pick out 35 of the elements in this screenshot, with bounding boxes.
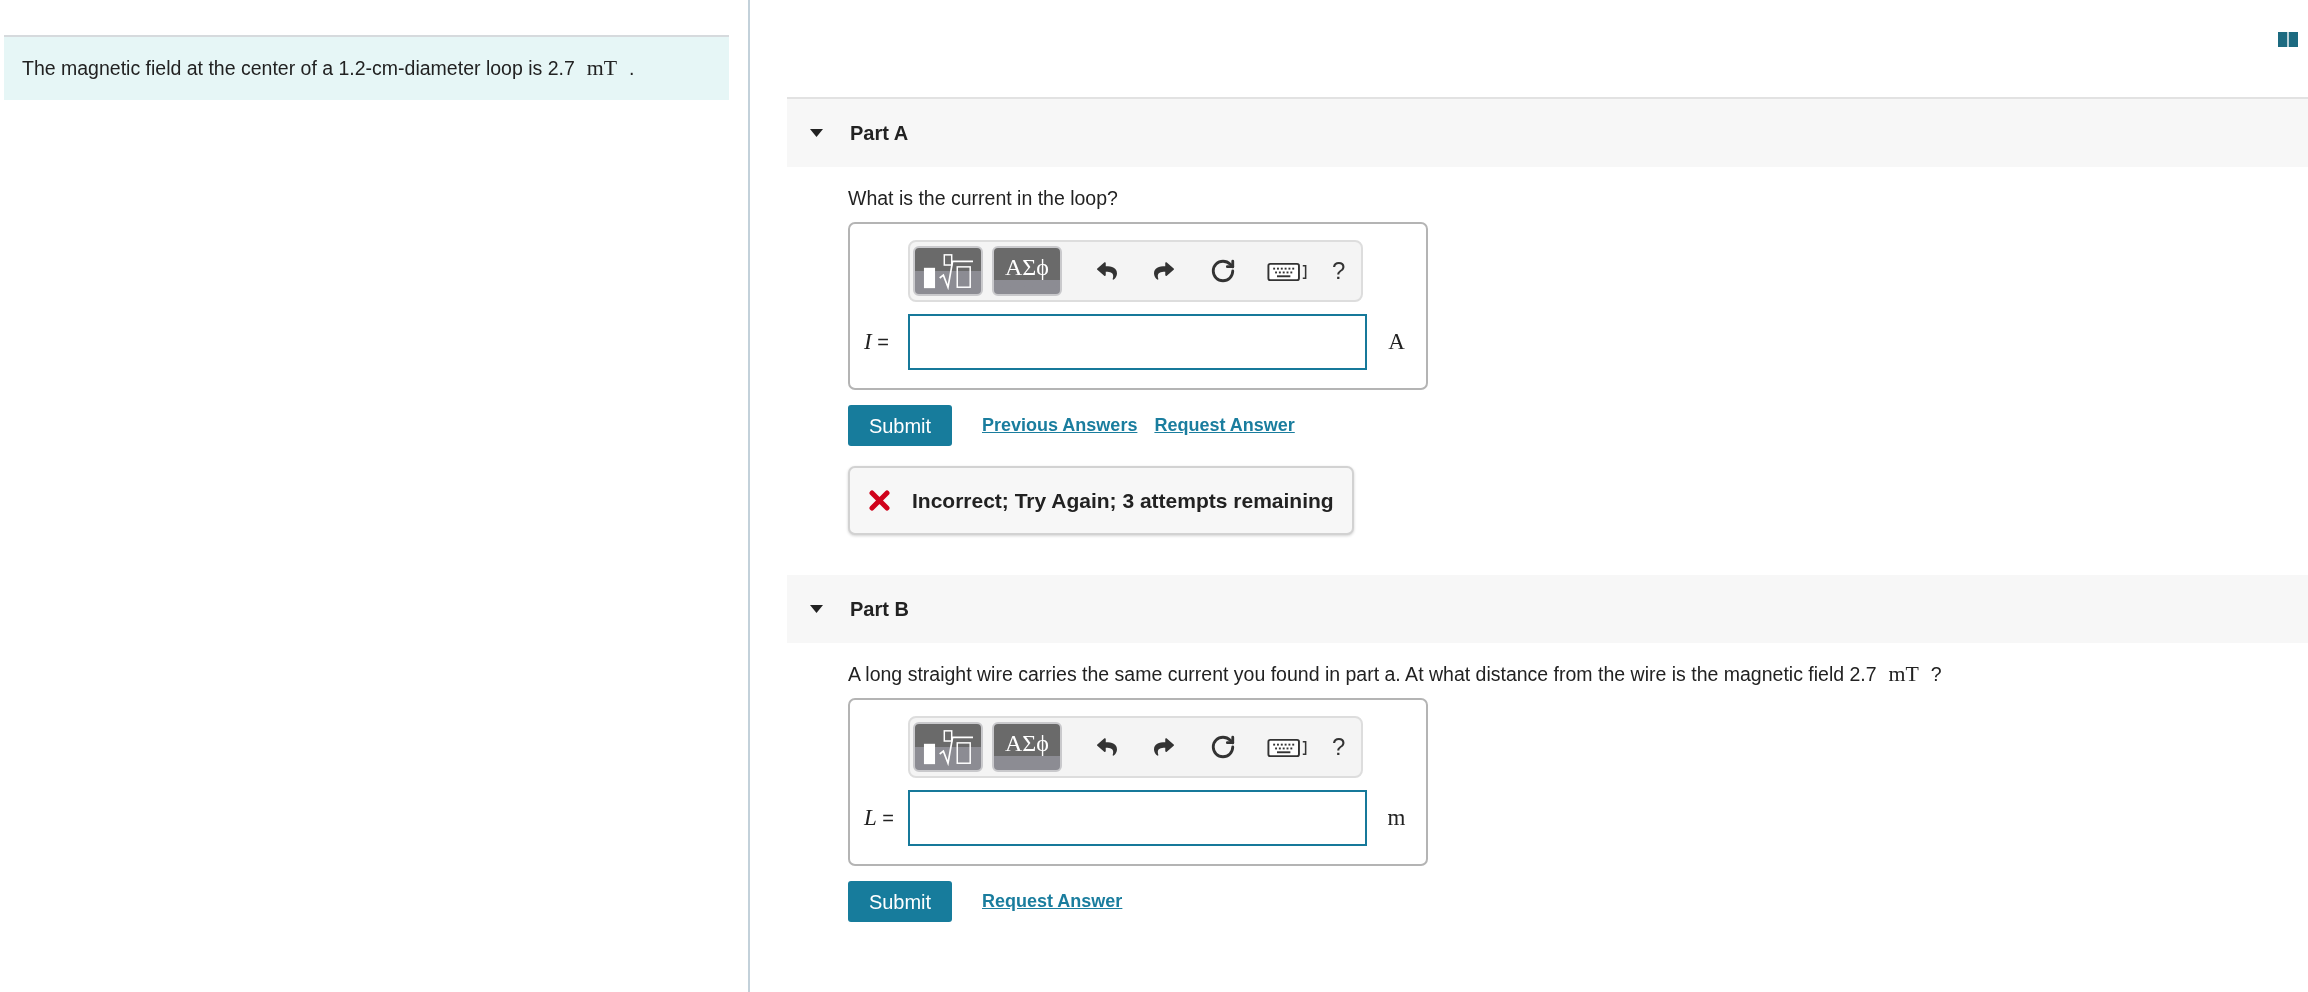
template-button[interactable] [913, 722, 983, 772]
unit-label: m [1387, 803, 1406, 832]
answer-link[interactable]: Request Answer [1154, 412, 1295, 439]
answer-link[interactable]: Request Answer [982, 888, 1123, 915]
help-button[interactable]: ? [1332, 735, 1346, 759]
answer-input[interactable] [908, 314, 1367, 370]
submit-button[interactable]: Submit [848, 881, 952, 922]
question-text: What is the current in the loop? [848, 186, 1118, 210]
answer-link[interactable]: Previous Answers [982, 412, 1138, 439]
root-template-icon [922, 252, 974, 290]
reset-icon[interactable] [1210, 258, 1236, 284]
keyboard-icon[interactable] [1267, 260, 1308, 282]
variable-label: L = [864, 803, 896, 832]
root-template-icon [922, 728, 974, 766]
problem-text: The magnetic field at the center of a 1.2-cm-diameter loop is 2.7 mT . [22, 55, 635, 83]
question-text: A long straight wire carries the same current you found in part a. At what distance from the wire is the magnetic field 2.7 mT ? [848, 662, 1942, 686]
template-button[interactable] [913, 246, 983, 296]
undo-icon[interactable] [1097, 737, 1117, 757]
unit-label: A [1388, 327, 1405, 356]
undo-icon[interactable] [1097, 261, 1117, 281]
part-header[interactable]: Part B [787, 575, 2308, 643]
part-header[interactable]: Part A [787, 99, 2308, 167]
submit-button[interactable]: Submit [848, 405, 952, 446]
greek-symbols-button[interactable]: ΑΣϕ [992, 722, 1062, 772]
answer-input[interactable] [908, 790, 1367, 846]
reset-icon[interactable] [1210, 734, 1236, 760]
redo-icon[interactable] [1154, 737, 1174, 757]
book-icon[interactable] [2278, 32, 2298, 47]
cross-icon [869, 490, 890, 511]
feedback-text: Incorrect; Try Again; 3 attempts remaining [912, 487, 1334, 514]
keyboard-icon[interactable] [1267, 736, 1308, 758]
redo-icon[interactable] [1154, 261, 1174, 281]
greek-symbols-button[interactable]: ΑΣϕ [992, 246, 1062, 296]
help-button[interactable]: ? [1332, 259, 1346, 283]
variable-label: I = [864, 327, 890, 356]
